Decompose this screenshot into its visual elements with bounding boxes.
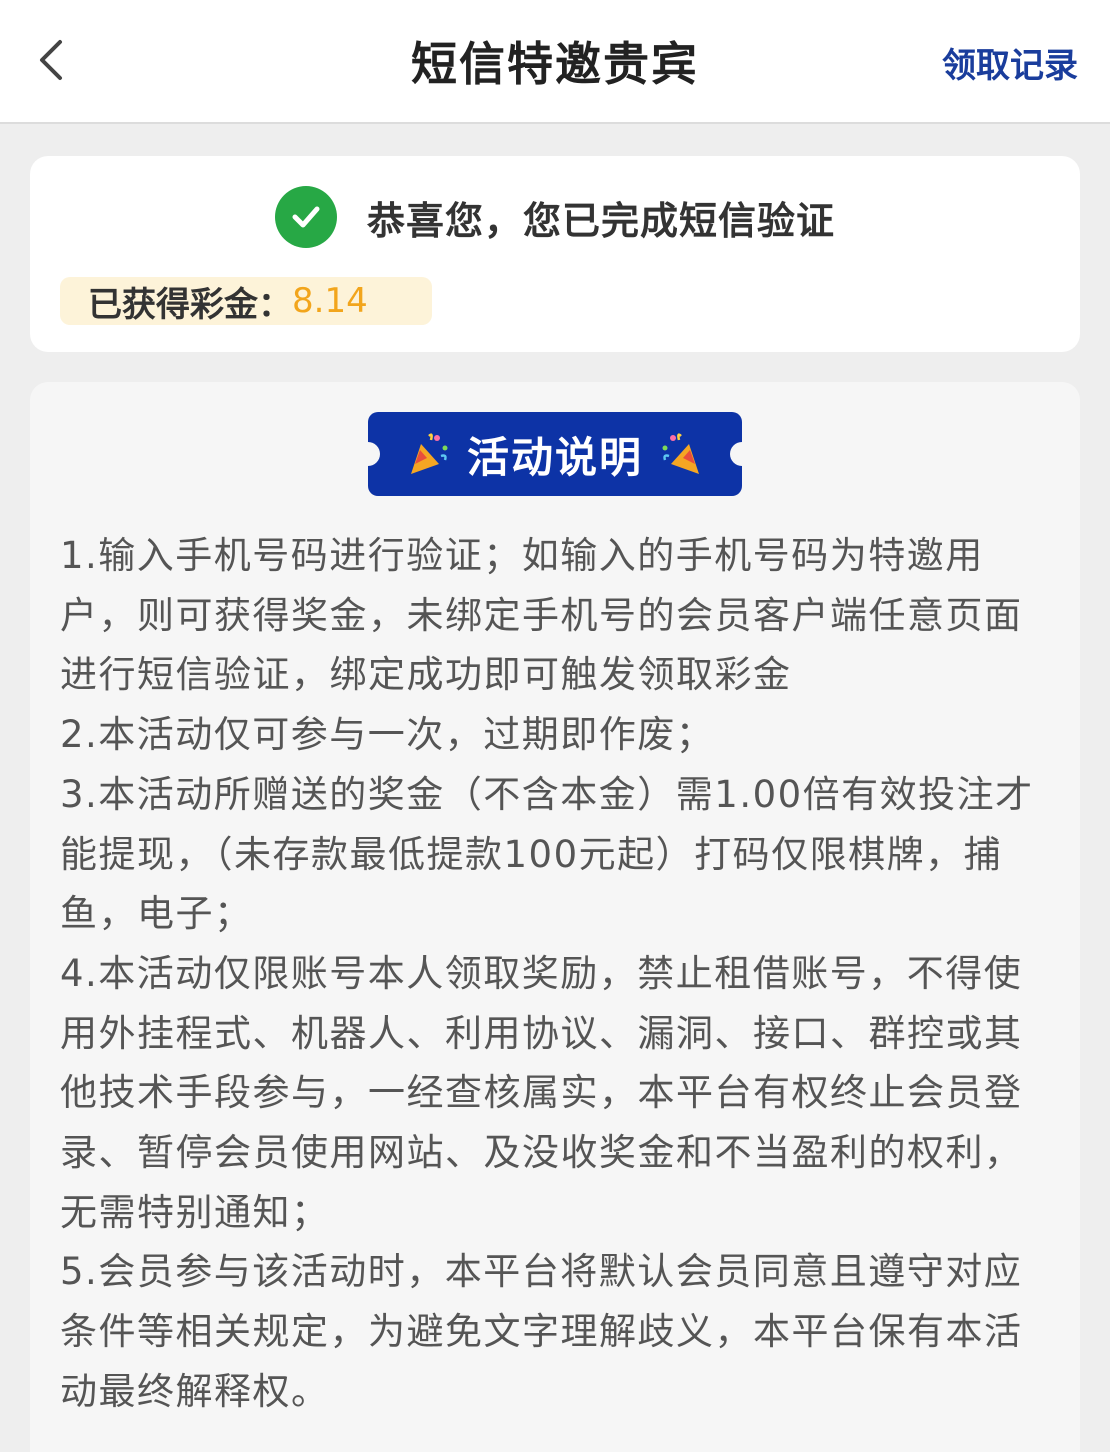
claim-records-link[interactable]: 领取记录	[942, 38, 1078, 87]
success-row: 恭喜您，您已完成短信验证	[30, 186, 1080, 248]
activity-rules-text: 1.输入手机号码进行验证；如输入的手机号码为特邀用户，则可获得奖金，未绑定手机号…	[60, 526, 1050, 1422]
party-popper-icon	[662, 433, 699, 474]
party-popper-icon	[410, 433, 448, 474]
activity-rules-card: 活动说明 1.输入手机号码进行验证；如输入的手机号码为特邀用户，则可获得奖金，未…	[30, 382, 1080, 1452]
badge-notch-left	[356, 442, 380, 466]
bonus-value: 8.14	[292, 281, 368, 321]
activity-rules-badge: 活动说明	[356, 412, 754, 496]
rule-item: 4.本活动仅限账号本人领取奖励，禁止租借账号，不得使用外挂程式、机器人、利用协议…	[60, 951, 1023, 1234]
activity-rules-title: 活动说明	[466, 432, 643, 482]
bonus-badge: 已获得彩金： 8.14	[60, 277, 432, 325]
rule-item: 2.本活动仅可参与一次，过期即作废；	[60, 713, 715, 757]
check-circle-icon	[274, 186, 337, 248]
top-nav-bar: 短信特邀贵宾 领取记录	[0, 0, 1110, 124]
verification-success-card: 恭喜您，您已完成短信验证 已获得彩金： 8.14	[30, 156, 1080, 352]
rule-item: 3.本活动所赠送的奖金（不含本金）需1.00倍有效投注才能提现，（未存款最低提款…	[60, 772, 1034, 936]
success-message: 恭喜您，您已完成短信验证	[366, 198, 835, 243]
rule-item: 1.输入手机号码进行验证；如输入的手机号码为特邀用户，则可获得奖金，未绑定手机号…	[60, 534, 1023, 697]
bonus-label: 已获得彩金：	[88, 284, 292, 325]
rule-item: 5.会员参与该活动时，本平台将默认会员同意且遵守对应条件等相关规定，为避免文字理…	[60, 1250, 1023, 1413]
badge-notch-right	[730, 442, 754, 466]
